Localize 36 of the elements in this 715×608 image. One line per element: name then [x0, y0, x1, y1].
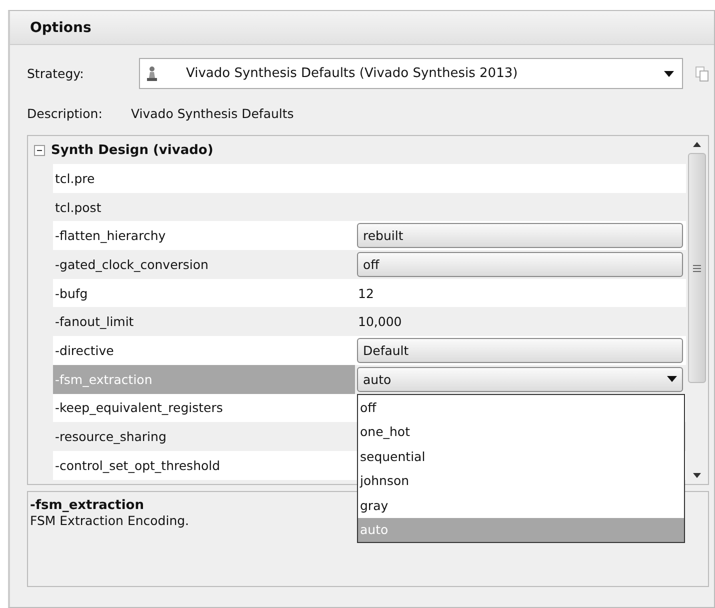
property-name[interactable]: tcl.post	[53, 192, 355, 222]
property-name[interactable]: -flatten_hierarchy	[53, 221, 355, 250]
property-name[interactable]: -directive	[53, 336, 355, 365]
pawn-icon	[146, 66, 158, 82]
value-dropdown[interactable]: rebuilt	[357, 223, 683, 248]
value-dropdown[interactable]: off	[357, 252, 683, 277]
property-name[interactable]: -gated_clock_conversion	[53, 250, 355, 279]
property-name[interactable]: -resource_sharing	[53, 422, 355, 451]
group-title: Synth Design (vivado)	[51, 142, 214, 158]
property-value[interactable]: 12	[357, 286, 374, 301]
strategy-dropdown[interactable]: Vivado Synthesis Defaults (Vivado Synthesis 2013)	[139, 58, 683, 89]
help-title: -fsm_extraction	[30, 498, 144, 513]
dropdown-option[interactable]: gray	[358, 493, 684, 518]
help-text: FSM Extraction Encoding.	[30, 513, 190, 528]
description-value: Vivado Synthesis Defaults	[131, 106, 294, 120]
dropdown-option[interactable]: johnson	[358, 468, 684, 493]
scroll-up-icon[interactable]	[693, 142, 701, 147]
value-dropdown[interactable]: Default	[357, 338, 683, 363]
dropdown-option[interactable]: off	[358, 395, 684, 420]
scroll-down-icon[interactable]	[693, 473, 701, 478]
value-dropdown[interactable]: auto	[357, 366, 683, 392]
property-name[interactable]: -keep_equivalent_registers	[53, 394, 355, 422]
collapse-icon[interactable]	[34, 144, 45, 156]
property-name[interactable]: -fanout_limit	[53, 307, 355, 336]
property-name[interactable]: -bufg	[53, 278, 355, 308]
dropdown-option[interactable]: sequential	[358, 444, 684, 468]
dropdown-option[interactable]: one_hot	[358, 420, 684, 444]
scroll-thumb[interactable]	[688, 153, 706, 383]
caret-icon	[667, 376, 677, 382]
caret-icon	[664, 70, 674, 76]
strategy-label: Strategy:	[27, 66, 85, 81]
description-label: Description:	[27, 106, 104, 120]
property-value[interactable]: 10,000	[357, 314, 402, 330]
grip-icon	[693, 264, 701, 272]
panel-title: Options	[30, 20, 92, 36]
property-name[interactable]: -control_set_opt_threshold	[53, 450, 355, 480]
